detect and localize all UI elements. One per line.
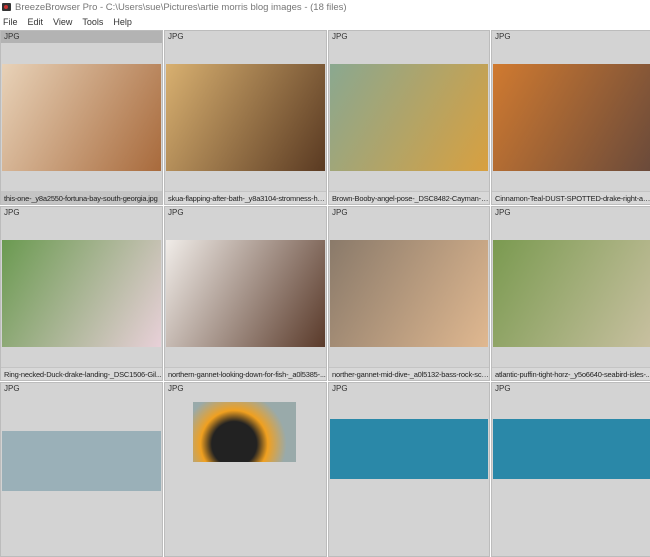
file-type-label: JPG: [4, 208, 20, 217]
thumbnail-cell[interactable]: JPG this-one-_y8a2550-fortuna-bay-south-g…: [0, 30, 163, 205]
file-type-label: JPG: [495, 32, 511, 41]
thumbnail-cell[interactable]: JPG Ring-necked-Duck-drake-landing-_DSC15…: [0, 206, 163, 381]
thumbnail-cell[interactable]: JPG Brown-Booby-angel-pose-_DSC8482-Cayma…: [328, 30, 490, 205]
thumbnail-cell[interactable]: JPG: [491, 382, 650, 557]
file-type-label: JPG: [495, 384, 511, 393]
thumbnail-image[interactable]: [330, 240, 488, 347]
thumbnail-cell[interactable]: JPG: [0, 382, 163, 557]
menu-file[interactable]: File: [3, 17, 18, 27]
menu-tools[interactable]: Tools: [82, 17, 103, 27]
file-type-label: JPG: [332, 208, 348, 217]
file-type-label: JPG: [168, 32, 184, 41]
file-type-label: JPG: [332, 32, 348, 41]
thumbnail-image[interactable]: [166, 64, 325, 171]
thumbnail-cell[interactable]: JPG norther-gannet-mid-dive-_a0l5132-bass…: [328, 206, 490, 381]
thumbnail-image[interactable]: [493, 419, 650, 479]
file-type-label: JPG: [1, 31, 162, 43]
file-name: this-one-_y8a2550-fortuna-bay-south-geor…: [1, 191, 162, 204]
thumbnail-cell[interactable]: JPG northern-gannet-looking-down-for-fish…: [164, 206, 327, 381]
file-type-label: JPG: [168, 208, 184, 217]
thumbnail-cell[interactable]: JPG Cinnamon-Teal-DUST-SPOTTED-drake-righ…: [491, 30, 650, 205]
thumbnail-grid: JPG this-one-_y8a2550-fortuna-bay-south-g…: [0, 30, 650, 557]
thumbnail-image[interactable]: [2, 431, 161, 491]
menu-view[interactable]: View: [53, 17, 72, 27]
file-name: northern-gannet-looking-down-for-fish-_a…: [165, 367, 326, 380]
file-name: atlantic-puffin-tight-horz-_y5o6640-seab…: [492, 367, 650, 380]
file-type-label: JPG: [168, 384, 184, 393]
file-type-label: JPG: [332, 384, 348, 393]
thumbnail-image[interactable]: [193, 402, 296, 462]
thumbnail-image[interactable]: [2, 240, 161, 347]
thumbnail-cell[interactable]: JPG: [164, 382, 327, 557]
title-bar: BreezeBrowser Pro - C:\Users\sue\Picture…: [0, 0, 650, 14]
file-name: skua-flapping-after-bath-_y8a3104-stromn…: [165, 191, 326, 204]
thumbnail-image[interactable]: [166, 240, 325, 347]
menu-bar: File Edit View Tools Help: [0, 14, 650, 29]
file-name: norther-gannet-mid-dive-_a0l5132-bass-ro…: [329, 367, 489, 380]
file-type-label: JPG: [495, 208, 511, 217]
file-type-label: JPG: [4, 384, 20, 393]
window-title: BreezeBrowser Pro - C:\Users\sue\Picture…: [15, 1, 347, 13]
thumbnail-cell[interactable]: JPG atlantic-puffin-tight-horz-_y5o6640-s…: [491, 206, 650, 381]
menu-help[interactable]: Help: [113, 17, 132, 27]
thumbnail-cell[interactable]: JPG skua-flapping-after-bath-_y8a3104-str…: [164, 30, 327, 205]
thumbnail-image[interactable]: [2, 64, 161, 171]
thumbnail-image[interactable]: [493, 64, 650, 171]
app-icon: [2, 3, 11, 11]
file-name: Brown-Booby-angel-pose-_DSC8482-Cayman-B…: [329, 191, 489, 204]
file-name: Cinnamon-Teal-DUST-SPOTTED-drake-right-a…: [492, 191, 650, 204]
thumbnail-cell[interactable]: JPG: [328, 382, 490, 557]
menu-edit[interactable]: Edit: [28, 17, 44, 27]
file-name: Ring-necked-Duck-drake-landing-_DSC1506-…: [1, 367, 162, 380]
thumbnail-image[interactable]: [493, 240, 650, 347]
thumbnail-image[interactable]: [330, 64, 488, 171]
thumbnail-image[interactable]: [330, 419, 488, 479]
